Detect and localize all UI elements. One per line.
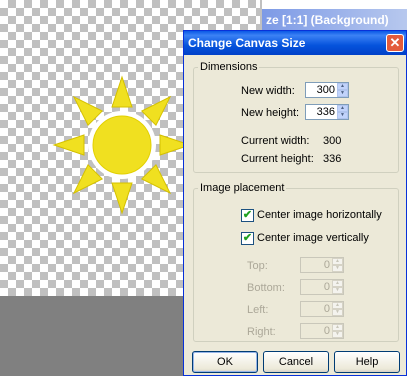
dimensions-legend: Dimensions — [200, 61, 258, 73]
right-value: 0 — [323, 325, 330, 337]
top-value: 0 — [323, 259, 330, 271]
help-button[interactable]: Help — [334, 351, 400, 373]
dialog-title: Change Canvas Size — [188, 36, 306, 50]
new-width-label: New width: — [241, 85, 295, 97]
new-height-value[interactable]: 336 — [306, 105, 337, 119]
top-label: Top: — [247, 260, 268, 272]
top-stepper: 0 ▲ ▼ — [300, 257, 344, 273]
left-up-arrow-icon: ▲ — [332, 302, 343, 309]
left-down-arrow-icon: ▼ — [332, 309, 343, 316]
cancel-button[interactable]: Cancel — [263, 351, 329, 373]
current-height-value: 336 — [323, 153, 342, 165]
change-canvas-size-dialog: Change Canvas Size ✕ Dimensions New widt… — [183, 30, 407, 376]
left-label: Left: — [247, 304, 269, 316]
close-button[interactable]: ✕ — [386, 34, 404, 52]
bottom-up-arrow-icon: ▲ — [332, 280, 343, 287]
center-horizontally-label[interactable]: Center image horizontally — [257, 209, 382, 221]
new-height-down-arrow-icon[interactable]: ▼ — [337, 112, 348, 119]
new-height-stepper[interactable]: 336 ▲ ▼ — [305, 104, 349, 120]
background-window-title[interactable]: ze [1:1] (Background) — [262, 9, 407, 31]
new-width-down-arrow-icon[interactable]: ▼ — [337, 90, 348, 97]
current-width-value: 300 — [323, 135, 342, 147]
center-vertically-label[interactable]: Center image vertically — [257, 232, 369, 244]
image-placement-group: Image placement — [193, 182, 399, 342]
left-value: 0 — [323, 303, 330, 315]
bottom-stepper: 0 ▲ ▼ — [300, 279, 344, 295]
current-height-label: Current height: — [241, 153, 314, 165]
right-stepper: 0 ▲ ▼ — [300, 323, 344, 339]
new-height-up-arrow-icon[interactable]: ▲ — [337, 105, 348, 112]
top-down-arrow-icon: ▼ — [332, 265, 343, 272]
right-down-arrow-icon: ▼ — [332, 331, 343, 338]
ok-button[interactable]: OK — [192, 351, 258, 373]
background-window-gap — [262, 0, 407, 9]
dialog-titlebar[interactable]: Change Canvas Size ✕ — [184, 31, 406, 55]
new-width-up-arrow-icon[interactable]: ▲ — [337, 83, 348, 90]
center-vertically-checkbox[interactable]: ✔ — [241, 232, 254, 245]
bottom-down-arrow-icon: ▼ — [332, 287, 343, 294]
new-width-stepper[interactable]: 300 ▲ ▼ — [305, 82, 349, 98]
new-width-selected-text: 300 — [316, 84, 335, 96]
left-stepper: 0 ▲ ▼ — [300, 301, 344, 317]
new-height-label: New height: — [241, 107, 300, 119]
new-width-value[interactable]: 300 — [306, 83, 337, 97]
current-width-label: Current width: — [241, 135, 310, 147]
bottom-value: 0 — [323, 281, 330, 293]
right-up-arrow-icon: ▲ — [332, 324, 343, 331]
right-label: Right: — [247, 326, 276, 338]
image-placement-legend: Image placement — [200, 182, 285, 194]
top-up-arrow-icon: ▲ — [332, 258, 343, 265]
bottom-label: Bottom: — [247, 282, 285, 294]
sun-image — [52, 75, 192, 215]
center-horizontally-checkbox[interactable]: ✔ — [241, 209, 254, 222]
